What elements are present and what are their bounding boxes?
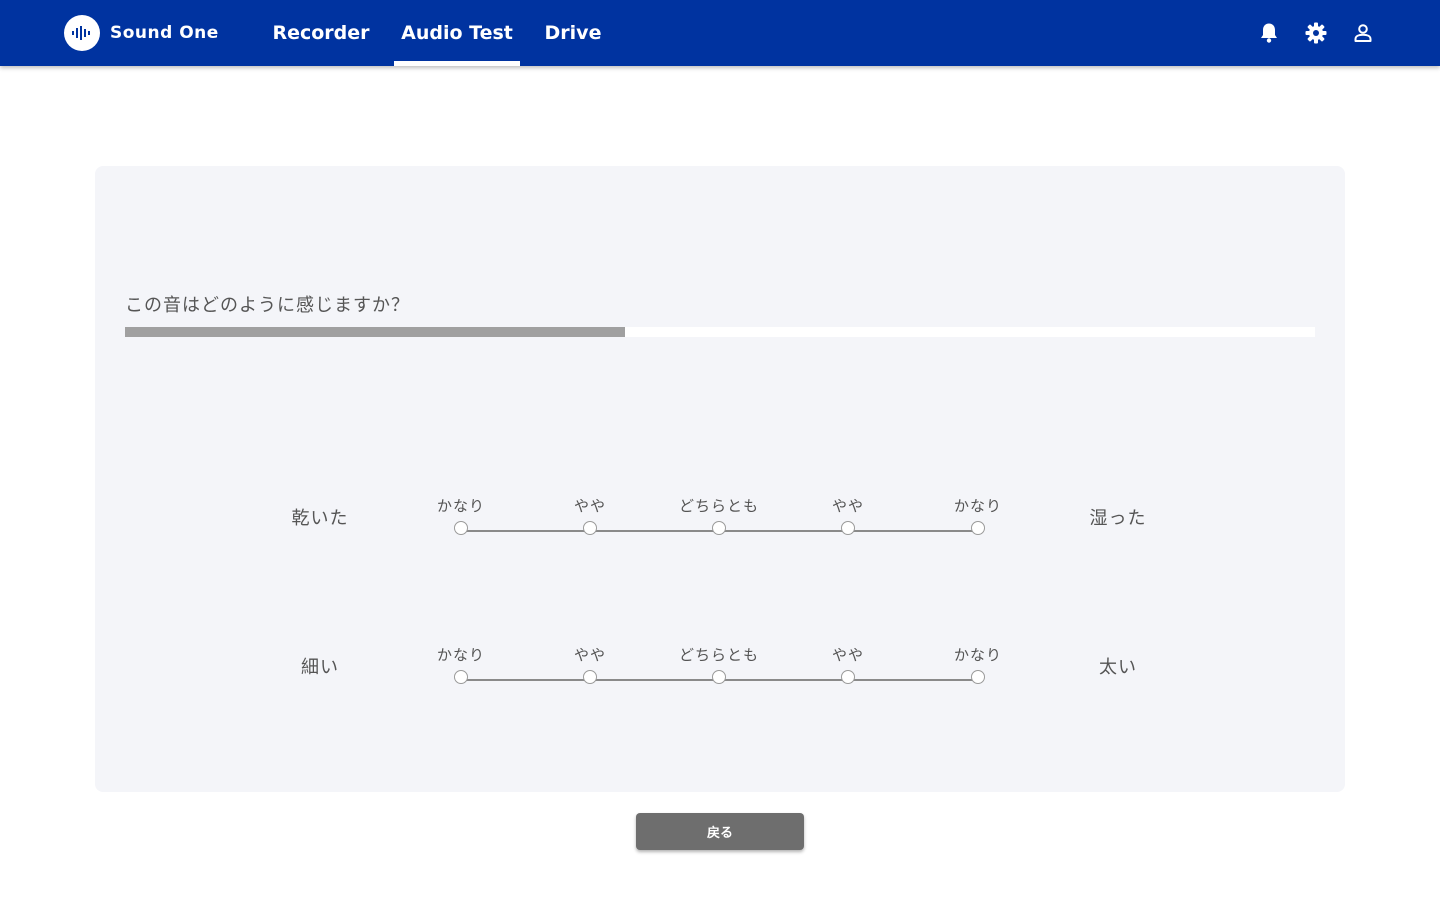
brand[interactable]: Sound One [64,15,219,51]
scale-option: かなり [918,496,1038,535]
radio-button[interactable] [712,521,726,535]
app-bar: Sound One Recorder Audio Test Drive [0,0,1440,66]
scale-option: かなり [401,496,521,535]
option-label: やや [831,646,864,664]
scale-option: やや [788,645,908,684]
scale-row-dry-wet: 乾いた かなり やや どちらとも やや かなり 湿った [95,496,1345,596]
option-label: やや [831,497,864,515]
scale-option: どちらとも [659,645,779,684]
scale-right-label: 湿った [1089,508,1147,529]
scale-left-label: 乾いた [291,508,349,529]
option-label: かなり [953,497,1002,515]
scale-row-thin-thick: 細い かなり やや どちらとも やや かなり 太い [95,645,1345,745]
gear-icon[interactable] [1304,21,1328,45]
radio-button[interactable] [583,521,597,535]
radio-button[interactable] [454,670,468,684]
scale-option: やや [788,496,908,535]
progress-fill [125,327,625,337]
radio-button[interactable] [971,521,985,535]
user-icon[interactable] [1351,21,1375,45]
back-button[interactable]: 戻る [636,813,804,850]
option-label: どちらとも [678,497,759,515]
radio-button[interactable] [454,521,468,535]
scale-option: かなり [918,645,1038,684]
scale-right-label: 太い [1099,657,1137,678]
brand-name: Sound One [110,23,219,43]
scale-option: やや [530,645,650,684]
option-label: どちらとも [678,646,759,664]
option-label: かなり [953,646,1002,664]
tab-label: Drive [544,22,602,44]
radio-button[interactable] [583,670,597,684]
scale-option: やや [530,496,650,535]
option-label: やや [573,646,606,664]
tab-label: Recorder [272,22,370,44]
scale-option: どちらとも [659,496,779,535]
radio-button[interactable] [841,521,855,535]
progress-bar [125,327,1315,337]
radio-button[interactable] [971,670,985,684]
tab-label: Audio Test [401,22,513,44]
sound-wave-logo-icon [64,15,100,51]
survey-panel: この音はどのように感じますか？ 乾いた かなり やや どちらとも やや かなり … [95,166,1345,792]
radio-button[interactable] [712,670,726,684]
option-label: かなり [436,497,485,515]
tab-audio-test[interactable]: Audio Test [394,0,520,66]
bell-icon[interactable] [1257,21,1281,45]
option-label: かなり [436,646,485,664]
question-text: この音はどのように感じますか？ [125,295,410,316]
tab-drive[interactable]: Drive [537,0,609,66]
option-label: やや [573,497,606,515]
radio-button[interactable] [841,670,855,684]
tab-recorder[interactable]: Recorder [266,0,376,66]
scale-option: かなり [401,645,521,684]
scale-left-label: 細い [301,657,339,678]
